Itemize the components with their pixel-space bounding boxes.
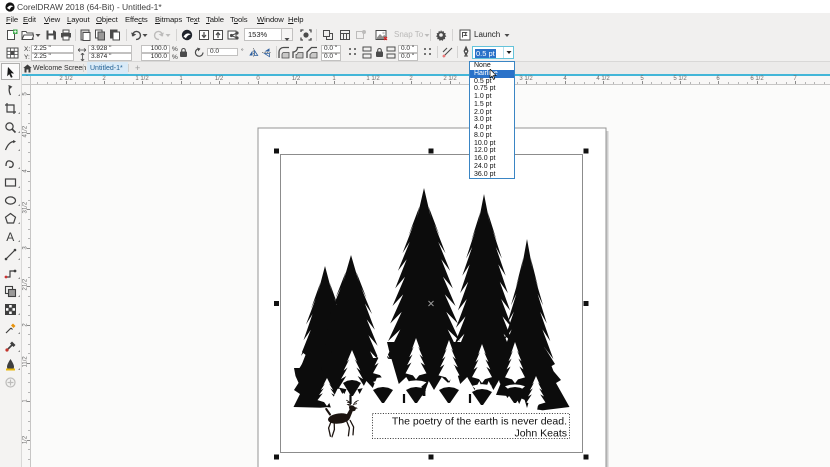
- svg-text:John Keats: John Keats: [514, 428, 567, 440]
- svg-text:A: A: [6, 230, 14, 243]
- svg-text:The poetry of the earth is nev: The poetry of the earth is never dead.: [392, 416, 567, 428]
